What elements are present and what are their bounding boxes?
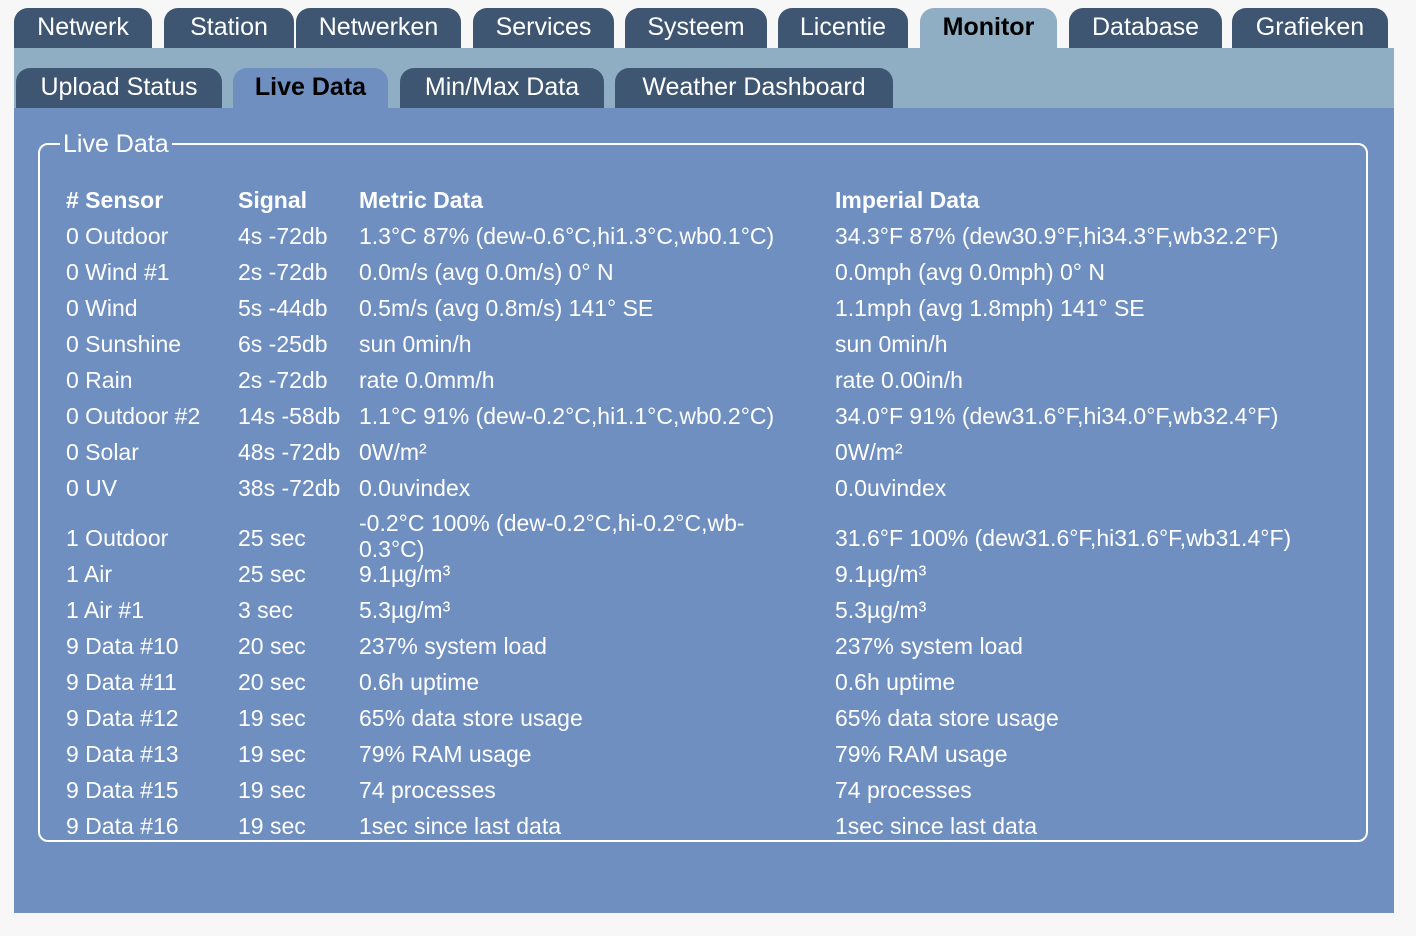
cell-signal: 19 sec: [238, 813, 306, 839]
cell-signal: 25 sec: [238, 525, 306, 551]
cell-imperial-data: 0.0mph (avg 0.0mph) 0° N: [835, 259, 1105, 285]
subtab-live-data[interactable]: Live Data: [233, 68, 388, 108]
header-sensor: # Sensor: [66, 187, 164, 213]
cell-sensor: 9 Data #15: [66, 777, 179, 803]
cell-imperial-data: 34.3°F 87% (dew30.9°F,hi34.3°F,wb32.2°F): [835, 223, 1279, 249]
cell-metric-data: 0.6h uptime: [359, 669, 480, 695]
cell-sensor: 1 Outdoor: [66, 525, 169, 551]
cell-signal: 19 sec: [238, 705, 306, 731]
live-data-legend: Live Data: [63, 130, 169, 158]
cell-signal: 4s -72db: [238, 223, 328, 249]
cell-imperial-data: 1sec since last data: [835, 813, 1038, 839]
cell-signal: 3 sec: [238, 597, 293, 623]
cell-signal: 5s -44db: [238, 295, 328, 321]
cell-signal: 25 sec: [238, 561, 306, 587]
cell-imperial-data: 5.3µg/m³: [835, 597, 927, 623]
cell-signal: 2s -72db: [238, 367, 328, 393]
cell-sensor: 9 Data #12: [66, 705, 179, 731]
main-tab-bar: Netwerk Station Netwerken Services Syste…: [14, 8, 1394, 48]
cell-imperial-data: 34.0°F 91% (dew31.6°F,hi34.0°F,wb32.4°F): [835, 403, 1279, 429]
tab-station[interactable]: Station: [164, 8, 294, 48]
tab-services[interactable]: Services: [473, 8, 614, 48]
cell-imperial-data: 74 processes: [835, 777, 972, 803]
cell-metric-data: 0.0m/s (avg 0.0m/s) 0° N: [359, 259, 614, 285]
cell-imperial-data: rate 0.00in/h: [835, 367, 963, 393]
subtab-weather-dashboard[interactable]: Weather Dashboard: [615, 68, 893, 108]
cell-imperial-data: 237% system load: [835, 633, 1023, 659]
live-data-table: # Sensor Signal Metric Data Imperial Data 0 …: [40, 158, 1370, 870]
cell-signal: 19 sec: [238, 741, 306, 767]
header-imperial-data: Imperial Data: [835, 187, 980, 213]
cell-signal: 19 sec: [238, 777, 306, 803]
cell-sensor: 9 Data #10: [66, 633, 179, 659]
cell-signal: 48s -72db: [238, 439, 341, 465]
cell-sensor: 1 Air: [66, 561, 113, 587]
cell-imperial-data: 79% RAM usage: [835, 741, 1008, 767]
cell-imperial-data: sun 0min/h: [835, 331, 948, 357]
header-signal: Signal: [238, 187, 308, 213]
cell-signal: 38s -72db: [238, 475, 341, 501]
cell-sensor: 9 Data #11: [66, 669, 177, 695]
cell-sensor: 1 Air #1: [66, 597, 144, 623]
cell-signal: 6s -25db: [238, 331, 328, 357]
cell-signal: 14s -58db: [238, 403, 341, 429]
cell-sensor: 9 Data #13: [66, 741, 179, 767]
cell-metric-data: 0W/m²: [359, 439, 427, 465]
cell-signal: 20 sec: [238, 669, 306, 695]
cell-metric-data: 237% system load: [359, 633, 547, 659]
cell-sensor: 0 UV: [66, 475, 118, 501]
subtab-upload-status[interactable]: Upload Status: [16, 68, 222, 108]
cell-metric-data: sun 0min/h: [359, 331, 472, 357]
tab-database[interactable]: Database: [1069, 8, 1222, 48]
cell-metric-data: 1sec since last data: [359, 813, 562, 839]
cell-imperial-data: 0.6h uptime: [835, 669, 956, 695]
cell-metric-data: 5.3µg/m³: [359, 597, 451, 623]
cell-sensor: 0 Outdoor #2: [66, 403, 201, 429]
cell-metric-data: 0.5m/s (avg 0.8m/s) 141° SE: [359, 295, 654, 321]
cell-sensor: 0 Sunshine: [66, 331, 182, 357]
live-data-fieldset: Live Data # Sensor Signal Metric Data Imper…: [38, 130, 1368, 842]
cell-sensor: 0 Wind #1: [66, 259, 170, 285]
cell-metric-data: 1.1°C 91% (dew-0.2°C,hi1.1°C,wb0.2°C): [359, 403, 775, 429]
cell-metric-data: 0.0uvindex: [359, 475, 471, 501]
cell-metric-data: -0.2°C 100% (dew-0.2°C,hi-0.2°C,wb-0.3°C…: [359, 510, 745, 562]
cell-sensor: 0 Outdoor: [66, 223, 169, 249]
cell-metric-data: 1.3°C 87% (dew-0.6°C,hi1.3°C,wb0.1°C): [359, 223, 775, 249]
cell-imperial-data: 31.6°F 100% (dew31.6°F,hi31.6°F,wb31.4°F…: [835, 525, 1292, 551]
header-metric-data: Metric Data: [359, 187, 483, 213]
cell-imperial-data: 9.1µg/m³: [835, 561, 927, 587]
cell-sensor: 0 Wind: [66, 295, 138, 321]
tab-monitor[interactable]: Monitor: [920, 8, 1057, 48]
tab-grafieken[interactable]: Grafieken: [1232, 8, 1388, 48]
cell-imperial-data: 65% data store usage: [835, 705, 1059, 731]
sub-tab-bar: Upload Status Live Data Min/Max Data Wea…: [14, 48, 1394, 108]
cell-imperial-data: 0W/m²: [835, 439, 903, 465]
tab-netwerk[interactable]: Netwerk: [14, 8, 152, 48]
cell-signal: 2s -72db: [238, 259, 328, 285]
live-data-panel: Live Data # Sensor Signal Metric Data Imper…: [14, 108, 1394, 913]
tab-netwerken[interactable]: Netwerken: [296, 8, 461, 48]
tab-systeem[interactable]: Systeem: [625, 8, 767, 48]
cell-sensor: 0 Solar: [66, 439, 139, 465]
tab-licentie[interactable]: Licentie: [778, 8, 908, 48]
cell-metric-data: rate 0.0mm/h: [359, 367, 495, 393]
subtab-min-max-data[interactable]: Min/Max Data: [400, 68, 604, 108]
cell-imperial-data: 0.0uvindex: [835, 475, 947, 501]
cell-metric-data: 79% RAM usage: [359, 741, 532, 767]
cell-sensor: 0 Rain: [66, 367, 133, 393]
cell-metric-data: 65% data store usage: [359, 705, 583, 731]
cell-metric-data: 74 processes: [359, 777, 496, 803]
cell-sensor: 9 Data #16: [66, 813, 179, 839]
cell-signal: 20 sec: [238, 633, 306, 659]
cell-metric-data: 9.1µg/m³: [359, 561, 451, 587]
cell-imperial-data: 1.1mph (avg 1.8mph) 141° SE: [835, 295, 1145, 321]
